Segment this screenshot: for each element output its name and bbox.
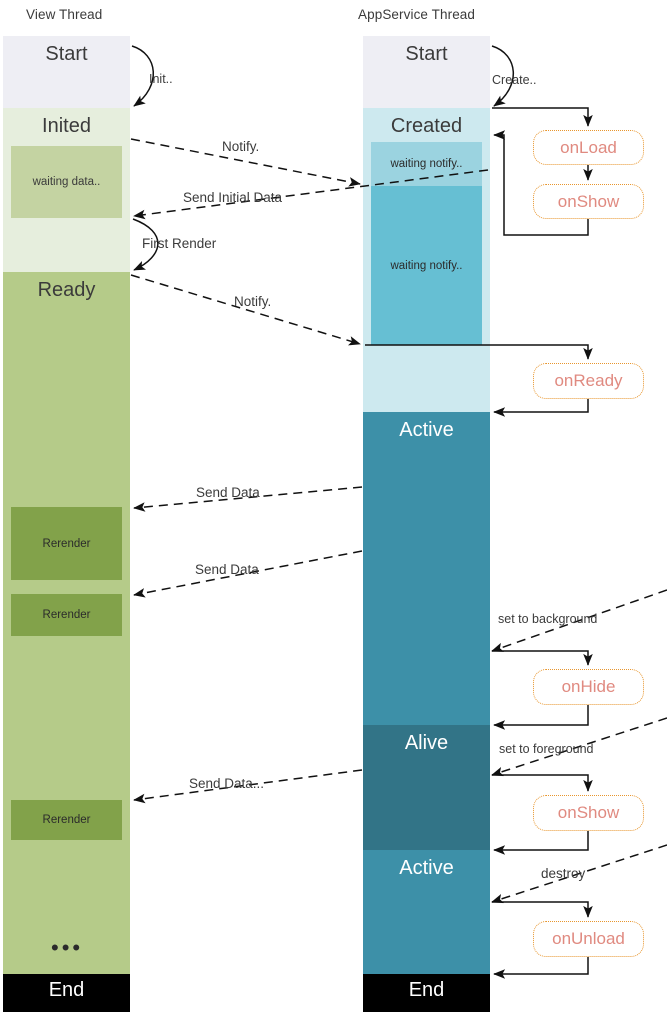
view-rerender-label-3: Rerender (42, 814, 91, 826)
message-label-send-data-3: Send Data... (189, 776, 265, 791)
appservice-waiting-notify-block-1: waiting notify.. (371, 142, 482, 186)
appservice-state-end: End (363, 974, 490, 1012)
view-rerender-label-2: Rerender (42, 609, 91, 621)
view-waiting-data-label: waiting data.. (32, 176, 101, 188)
appservice-waiting-notify-block-2: waiting notify.. (371, 186, 482, 345)
hook-onunload-label: onUnload (552, 929, 625, 948)
hook-onshow-1-label: onShow (557, 191, 620, 211)
hook-onload[interactable]: onLoad (533, 130, 644, 165)
message-label-notify-2: Notify. (234, 294, 272, 309)
view-rerender-block-2: Rerender (11, 594, 122, 636)
view-state-end: End (3, 974, 130, 1012)
view-rerender-block-3: Rerender (11, 800, 122, 840)
view-state-end-label: End (48, 979, 85, 1001)
appservice-state-end-label: End (408, 979, 445, 1001)
appservice-state-active-1-label: Active (399, 419, 454, 441)
hook-onshow-2[interactable]: onShow (533, 795, 644, 831)
message-label-send-data-1: Send Data (196, 485, 260, 500)
appservice-state-start-label: Start (405, 43, 448, 65)
column-title-appservice-thread: AppService Thread (358, 7, 476, 22)
view-state-start-label: Start (45, 43, 88, 65)
appservice-state-active-2-label: Active (399, 857, 454, 879)
view-rerender-label-1: Rerender (42, 537, 91, 550)
message-label-create: Create.. (492, 73, 537, 87)
hook-onshow-2-label: onShow (557, 803, 620, 822)
view-waiting-data-block: waiting data.. (11, 146, 122, 218)
view-state-start: Start (3, 36, 130, 108)
message-label-init: Init.. (149, 72, 173, 86)
hook-onready[interactable]: onReady (533, 363, 644, 399)
appservice-state-active-2: Active (363, 850, 490, 974)
message-label-notify-1: Notify. (222, 139, 260, 154)
message-label-first-render: First Render (142, 236, 217, 251)
appservice-state-active-1: Active (363, 412, 490, 725)
appservice-state-start: Start (363, 36, 490, 108)
view-rerender-block-1: Rerender (11, 507, 122, 580)
hook-onhide[interactable]: onHide (533, 669, 644, 705)
message-label-destroy: destroy (541, 866, 586, 881)
appservice-waiting-notify-label-1: waiting notify.. (390, 158, 463, 170)
message-label-send-initial-data: Send Initial Data (183, 190, 283, 205)
column-title-view-thread: View Thread (26, 7, 103, 22)
hook-onshow-1[interactable]: onShow (533, 184, 644, 219)
appservice-waiting-notify-label-2: waiting notify.. (390, 259, 463, 272)
hook-onready-label: onReady (554, 371, 623, 390)
appservice-state-alive: Alive (363, 725, 490, 850)
hook-onhide-label: onHide (561, 677, 616, 696)
message-label-set-to-foreground: set to foreground (499, 742, 594, 756)
diagram-canvas: View Thread AppService Thread Start Init… (0, 0, 667, 1018)
message-label-send-data-2: Send Data (195, 562, 259, 577)
appservice-state-alive-label: Alive (404, 732, 449, 754)
hook-onunload[interactable]: onUnload (533, 921, 644, 957)
view-ellipsis: ••• (51, 935, 84, 960)
message-label-set-to-background: set to background (498, 612, 598, 626)
hook-onload-label: onLoad (560, 137, 617, 157)
